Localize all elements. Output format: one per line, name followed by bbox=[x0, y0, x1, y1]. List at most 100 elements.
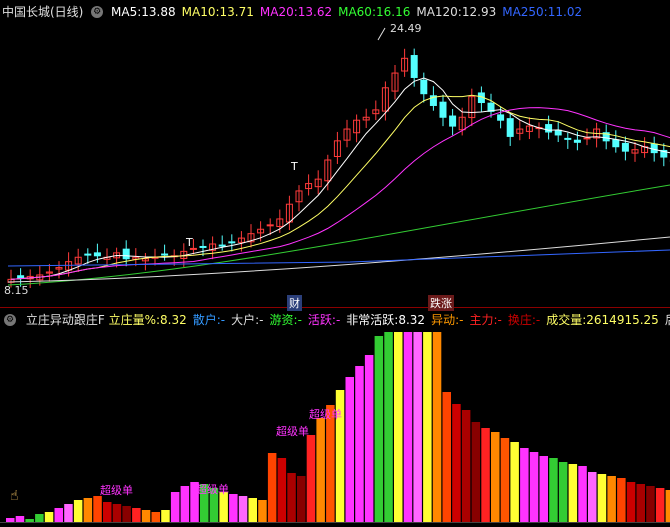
indicator-field-value: 8.32 bbox=[160, 313, 187, 327]
indicator-field-label: 大户: bbox=[231, 313, 260, 327]
panel-divider bbox=[0, 307, 670, 308]
indicator-bar bbox=[655, 488, 665, 522]
indicator-field-label: 游资: bbox=[269, 313, 298, 327]
indicator-bar bbox=[423, 332, 432, 522]
ma5-line bbox=[10, 77, 670, 280]
indicator-field-value: - bbox=[335, 313, 341, 327]
indicator-bar bbox=[607, 476, 616, 522]
candle-body bbox=[545, 124, 553, 133]
indicator-field-value: 2614915.25 bbox=[586, 313, 659, 327]
indicator-bar bbox=[568, 464, 578, 522]
candle-body bbox=[497, 114, 505, 121]
super-order-label: 超级单 bbox=[276, 425, 309, 438]
candle-body bbox=[506, 118, 514, 137]
indicator-bar bbox=[141, 510, 151, 522]
indicator-field-label: 换庄: bbox=[507, 313, 536, 327]
tag-cai[interactable]: 财 bbox=[287, 295, 302, 311]
indicator-field-item: 换庄:- bbox=[508, 310, 540, 330]
indicator-bar bbox=[93, 496, 102, 522]
indicator-field-label: 活跃: bbox=[307, 313, 336, 327]
super-order-label: 超级单 bbox=[100, 484, 133, 497]
marker-t2: T bbox=[186, 236, 193, 249]
indicator-bar bbox=[529, 452, 539, 522]
candle-body bbox=[612, 139, 620, 148]
indicator-bar bbox=[549, 458, 558, 522]
indicator-bar bbox=[277, 458, 287, 522]
indicator-bar bbox=[132, 508, 141, 522]
indicator-bar bbox=[83, 498, 93, 522]
indicator-bar bbox=[73, 500, 83, 522]
indicator-bar bbox=[384, 332, 393, 522]
candle-body bbox=[84, 253, 92, 256]
super-order-label: 超级单 bbox=[196, 483, 229, 496]
indicator-bar bbox=[258, 500, 267, 522]
indicator-field-label: 非常活跃: bbox=[346, 313, 399, 327]
indicator-field-item: 成交量:2614915.25 bbox=[546, 310, 659, 330]
gear-icon[interactable]: ⚙ bbox=[4, 313, 16, 326]
candle-body bbox=[199, 245, 207, 248]
indicator-bar bbox=[25, 519, 34, 522]
indicator-bar bbox=[597, 474, 607, 522]
cursor-hand-icon: ☝ bbox=[10, 488, 19, 504]
indicator-bar bbox=[665, 490, 670, 522]
indicator-field-label: 后期 bbox=[665, 313, 670, 327]
indicator-field-label: 立庄量%: bbox=[108, 313, 161, 327]
candle-body bbox=[420, 79, 428, 95]
indicator-bar bbox=[432, 332, 442, 522]
indicator-bar bbox=[267, 453, 277, 522]
candle-body bbox=[564, 137, 572, 140]
indicator-bar bbox=[394, 332, 403, 522]
high-pointer bbox=[377, 27, 386, 41]
candle-body bbox=[573, 139, 581, 143]
candle-body bbox=[439, 101, 447, 118]
chart-canvas[interactable] bbox=[0, 0, 670, 527]
indicator-field-item: 大户:- bbox=[231, 310, 263, 330]
indicator-bar bbox=[122, 506, 131, 522]
indicator-bar bbox=[500, 438, 510, 522]
indicator-bar bbox=[413, 332, 422, 522]
indicator-bar bbox=[558, 462, 568, 522]
indicator-bar bbox=[355, 366, 364, 522]
indicator-field-item: 非常活跃:8.32 bbox=[346, 310, 425, 330]
indicator-bar bbox=[35, 514, 44, 522]
candle-body bbox=[218, 244, 226, 247]
tag-diezhang[interactable]: 跌涨 bbox=[428, 295, 454, 311]
indicator-field-item: 散户:- bbox=[193, 310, 225, 330]
indicator-field-value: 8.32 bbox=[398, 313, 426, 327]
ma10-line bbox=[10, 94, 670, 280]
indicator-bar bbox=[103, 502, 112, 522]
candle-body bbox=[161, 253, 169, 256]
candle-body bbox=[410, 55, 418, 78]
indicator-baseline bbox=[0, 522, 670, 523]
candle-body bbox=[554, 129, 562, 136]
indicator-title: 立庄异动跟庄F bbox=[25, 313, 105, 327]
indicator-bar bbox=[64, 504, 73, 522]
indicator-bar bbox=[54, 508, 63, 522]
indicator-bar bbox=[520, 448, 529, 522]
indicator-bar bbox=[636, 484, 645, 522]
candle-body bbox=[17, 275, 25, 279]
indicator-field-item: 主力:- bbox=[469, 310, 501, 330]
indicator-bar bbox=[578, 466, 587, 522]
super-order-label: 超级单 bbox=[309, 408, 342, 421]
indicator-field-item: 游资:- bbox=[270, 310, 302, 330]
indicator-field-label: 主力: bbox=[469, 313, 498, 327]
indicator-bar bbox=[44, 512, 54, 522]
indicator-bar bbox=[326, 405, 335, 522]
indicator-bar bbox=[6, 518, 15, 522]
high-price-label: 24.49 bbox=[390, 22, 422, 35]
indicator-field-label: 散户: bbox=[192, 313, 221, 327]
indicator-bar bbox=[238, 496, 248, 522]
indicator-bar bbox=[297, 476, 306, 522]
indicator-bar bbox=[374, 336, 384, 522]
candle-body bbox=[621, 142, 629, 152]
indicator-bar bbox=[306, 435, 316, 522]
indicator-bar bbox=[471, 422, 481, 522]
indicator-bar bbox=[287, 473, 296, 522]
indicator-bar bbox=[481, 428, 490, 522]
candle-body bbox=[266, 224, 274, 227]
indicator-bar bbox=[161, 510, 170, 522]
indicator-bar bbox=[364, 355, 374, 522]
indicator-bar bbox=[345, 377, 354, 522]
indicator-field-value: - bbox=[497, 313, 502, 327]
